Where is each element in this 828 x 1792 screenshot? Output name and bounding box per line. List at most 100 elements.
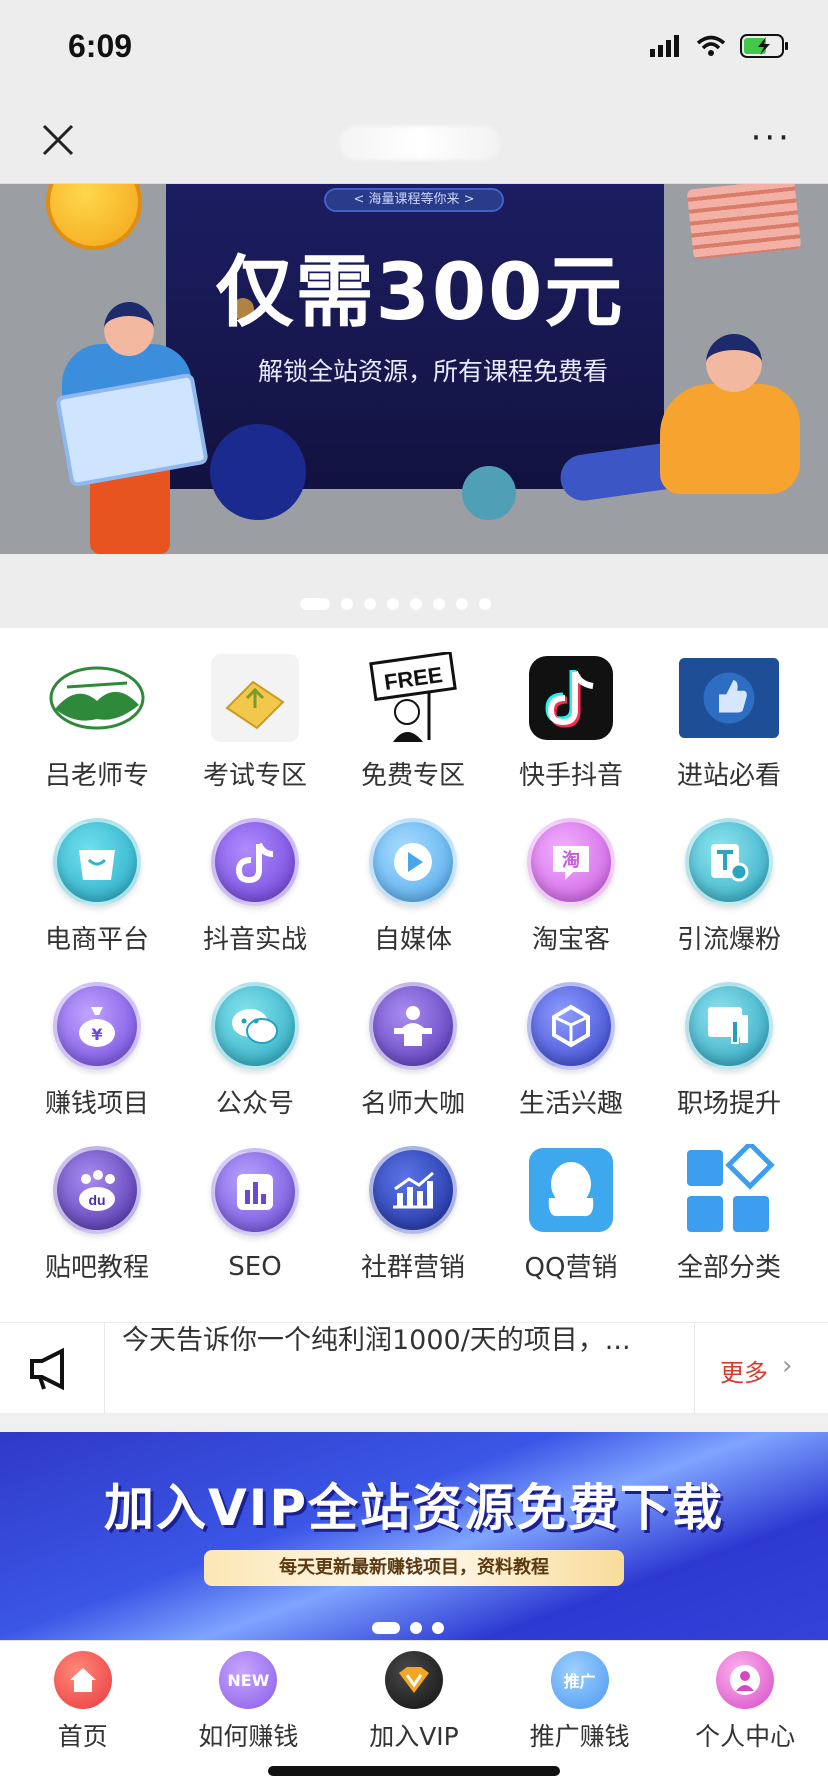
- category-grid: 吕老师专 考试专区 FREE 免费专区 快手抖音 进站必看 电商平台 抖音实战 …: [18, 650, 810, 1284]
- taobao-icon: 淘: [527, 817, 615, 906]
- deco-circle: [462, 466, 516, 520]
- category-label: 淘宝客: [531, 925, 610, 955]
- vip-crown-icon: [384, 1651, 443, 1709]
- pagination-dot[interactable]: [410, 598, 422, 610]
- category-item[interactable]: 考试专区: [176, 650, 334, 792]
- category-label: 社群营销: [360, 1253, 465, 1283]
- signal-icon: [650, 35, 679, 57]
- category-item[interactable]: 吕老师专: [18, 650, 176, 792]
- category-item[interactable]: 社群营销: [334, 1142, 492, 1284]
- growth-chart-icon: [369, 1145, 457, 1234]
- pagination-dot[interactable]: [387, 598, 399, 610]
- pagination-dot[interactable]: [456, 598, 468, 610]
- chevron-right-icon[interactable]: ›: [782, 1351, 792, 1381]
- tab-label: 如何赚钱: [198, 1722, 299, 1751]
- status-bar: 6:09: [0, 0, 828, 96]
- category-item[interactable]: 电商平台: [18, 814, 176, 956]
- category-item[interactable]: SEO: [176, 1142, 334, 1284]
- tiktok-icon: [529, 655, 613, 740]
- banner-footer: [0, 554, 828, 628]
- category-label: 吕老师专: [44, 761, 149, 791]
- person-illustration: [104, 302, 154, 356]
- pagination-dot[interactable]: [364, 598, 376, 610]
- tab-label: 个人中心: [695, 1722, 796, 1751]
- category-label: SEO: [228, 1252, 282, 1282]
- category-item[interactable]: 抖音实战: [176, 814, 334, 956]
- more-link[interactable]: 更多: [720, 1353, 768, 1388]
- person-illustration: [660, 384, 800, 494]
- category-label: 考试专区: [202, 761, 307, 791]
- vip-pagination: [372, 1622, 444, 1634]
- home-icon: [53, 1651, 112, 1709]
- pagination-dot[interactable]: [410, 1622, 422, 1634]
- category-label: 进站必看: [676, 761, 781, 791]
- exam-scroll-icon: [211, 653, 299, 742]
- category-label: 免费专区: [360, 761, 465, 791]
- play-video-icon: [369, 817, 457, 906]
- notice-text[interactable]: 今天告诉你一个纯利润1000/天的项目，...: [122, 1323, 682, 1359]
- pagination-dot[interactable]: [432, 1622, 444, 1634]
- category-label: QQ营销: [524, 1253, 618, 1283]
- tiktok-round-icon: [211, 817, 299, 906]
- user-icon: [716, 1651, 775, 1709]
- category-item[interactable]: du 贴吧教程: [18, 1142, 176, 1284]
- category-label: 公众号: [215, 1089, 294, 1119]
- status-icons: [650, 34, 790, 58]
- new-badge-icon: NEW: [219, 1651, 278, 1709]
- category-label: 电商平台: [44, 925, 149, 955]
- svg-text:¥: ¥: [91, 1025, 102, 1044]
- category-item[interactable]: FREE 免费专区: [334, 650, 492, 792]
- category-item[interactable]: 名师大咖: [334, 978, 492, 1120]
- pagination-dot[interactable]: [372, 1622, 400, 1634]
- tab-label: 首页: [57, 1722, 108, 1751]
- category-label: 快手抖音: [518, 761, 623, 791]
- all-categories-icon: [687, 1143, 775, 1232]
- category-item[interactable]: 公众号: [176, 978, 334, 1120]
- banner-title: 仅需300元: [215, 248, 625, 338]
- pagination-dot[interactable]: [433, 598, 445, 610]
- pagination-dot[interactable]: [341, 598, 353, 610]
- category-label: 生活兴趣: [518, 1089, 623, 1119]
- category-item[interactable]: 全部分类: [650, 1142, 808, 1284]
- notice-bar[interactable]: 今天告诉你一个纯利润1000/天的项目，... 更多 ›: [0, 1322, 828, 1415]
- category-label: 职场提升: [676, 1089, 781, 1119]
- person-illustration: [706, 334, 762, 392]
- category-item[interactable]: ¥ 赚钱项目: [18, 978, 176, 1120]
- category-label: 抖音实战: [202, 925, 307, 955]
- category-item[interactable]: 自媒体: [334, 814, 492, 956]
- svg-text:du: du: [88, 1192, 105, 1208]
- money-bag-icon: ¥: [53, 981, 141, 1070]
- category-item[interactable]: 快手抖音: [492, 650, 650, 792]
- nav-bar: ···: [0, 96, 828, 184]
- vip-banner[interactable]: 加入VIP全站资源免费下载 每天更新最新赚钱项目，资料教程: [0, 1432, 828, 1640]
- status-time: 6:09: [68, 28, 133, 64]
- hero-banner[interactable]: < 海量课程等你来 > 仅需300元 解锁全站资源，所有课程免费看: [0, 184, 828, 554]
- promote-badge-text: 推广: [563, 1672, 596, 1691]
- category-item[interactable]: 职场提升: [650, 978, 808, 1120]
- search-doc-icon: [685, 817, 773, 906]
- section-gap: [0, 1414, 828, 1432]
- new-badge-text: NEW: [227, 1670, 270, 1690]
- svg-text:淘: 淘: [562, 849, 580, 871]
- category-item[interactable]: QQ营销: [492, 1142, 650, 1284]
- banner-subtitle: 解锁全站资源，所有课程免费看: [257, 357, 608, 386]
- bar-chart-icon: [211, 1148, 299, 1236]
- vip-banner-title: 加入VIP全站资源免费下载: [104, 1479, 724, 1537]
- pagination-dot[interactable]: [300, 598, 330, 610]
- category-item[interactable]: 进站必看: [650, 650, 808, 792]
- category-label: 贴吧教程: [44, 1253, 149, 1283]
- category-item[interactable]: 生活兴趣: [492, 978, 650, 1120]
- wechat-icon: [211, 981, 299, 1070]
- close-icon[interactable]: [38, 120, 78, 160]
- megaphone-icon: [30, 1347, 64, 1391]
- category-item[interactable]: 淘 淘宝客: [492, 814, 650, 956]
- more-menu-button[interactable]: ···: [751, 121, 792, 155]
- divider: [104, 1323, 105, 1415]
- banner-pill: < 海量课程等你来 >: [324, 188, 504, 212]
- tab-profile[interactable]: 个人中心: [665, 1651, 825, 1792]
- pagination-dot[interactable]: [479, 598, 491, 610]
- category-item[interactable]: 引流爆粉: [650, 814, 808, 956]
- battery-charging-icon: [740, 34, 788, 58]
- vip-banner-subtitle: 每天更新最新赚钱项目，资料教程: [204, 1550, 624, 1586]
- tab-home[interactable]: 首页: [3, 1651, 163, 1792]
